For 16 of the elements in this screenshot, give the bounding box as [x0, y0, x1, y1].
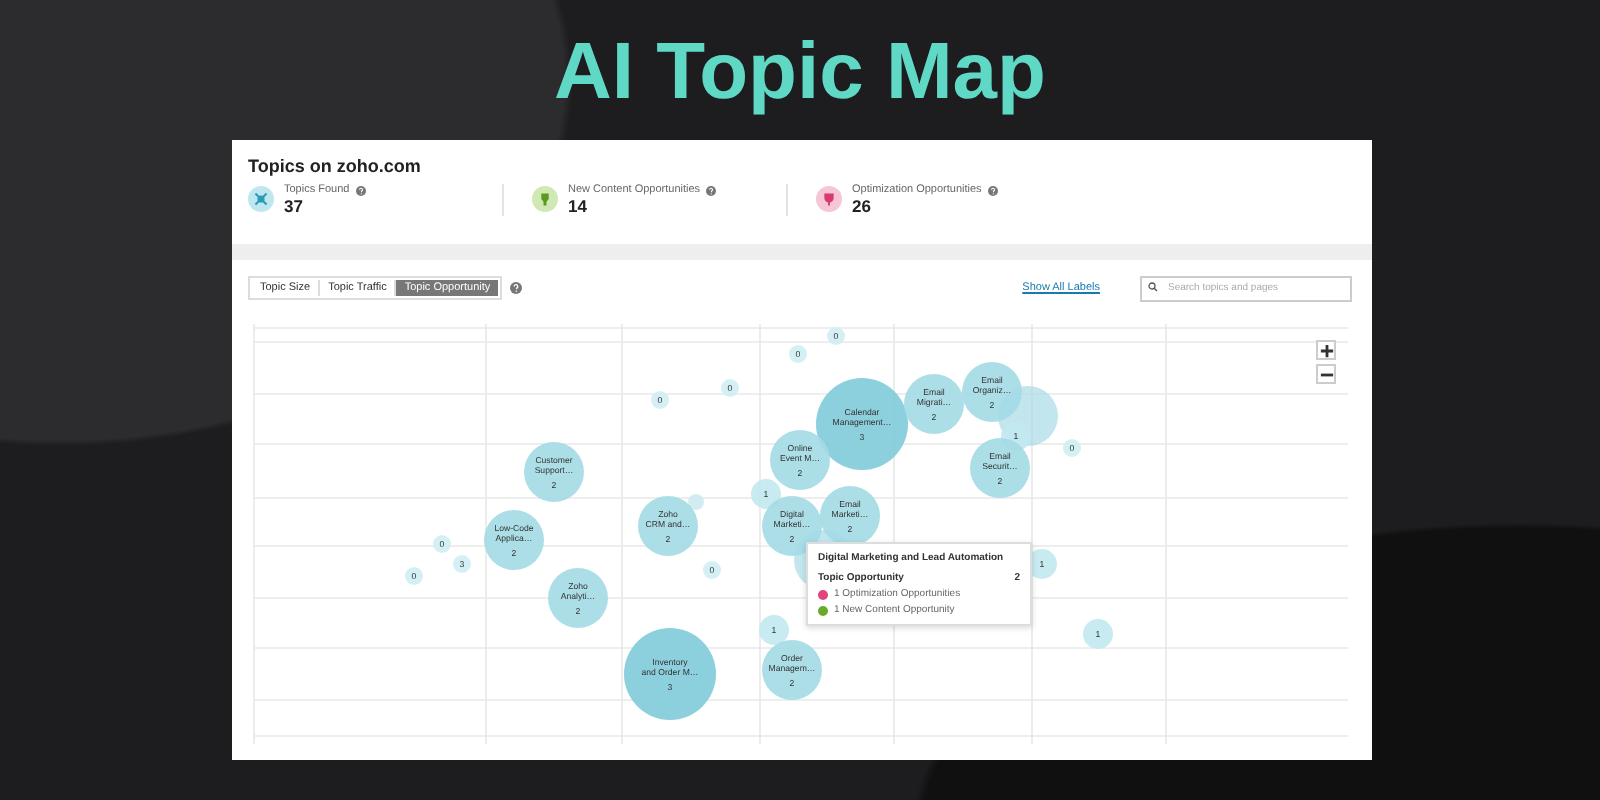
- help-icon[interactable]: [706, 185, 717, 195]
- lightbulb-icon: [532, 186, 558, 212]
- plus-icon: [1319, 343, 1333, 357]
- page-title: AI Topic Map: [552, 26, 1048, 120]
- stat-value: 26: [852, 196, 873, 216]
- help-icon[interactable]: [510, 282, 523, 294]
- stat-value: 14: [568, 196, 589, 216]
- trophy-icon: [816, 186, 842, 212]
- panel-title: Topics on zoho.com: [248, 156, 423, 176]
- help-icon[interactable]: [355, 185, 366, 195]
- zoom-out-button[interactable]: [1316, 364, 1336, 384]
- network-icon: [248, 186, 274, 212]
- zoom-in-button[interactable]: [1316, 340, 1336, 360]
- stat-value: 37: [284, 196, 305, 216]
- search-icon: [1148, 282, 1158, 292]
- help-icon[interactable]: [987, 185, 998, 195]
